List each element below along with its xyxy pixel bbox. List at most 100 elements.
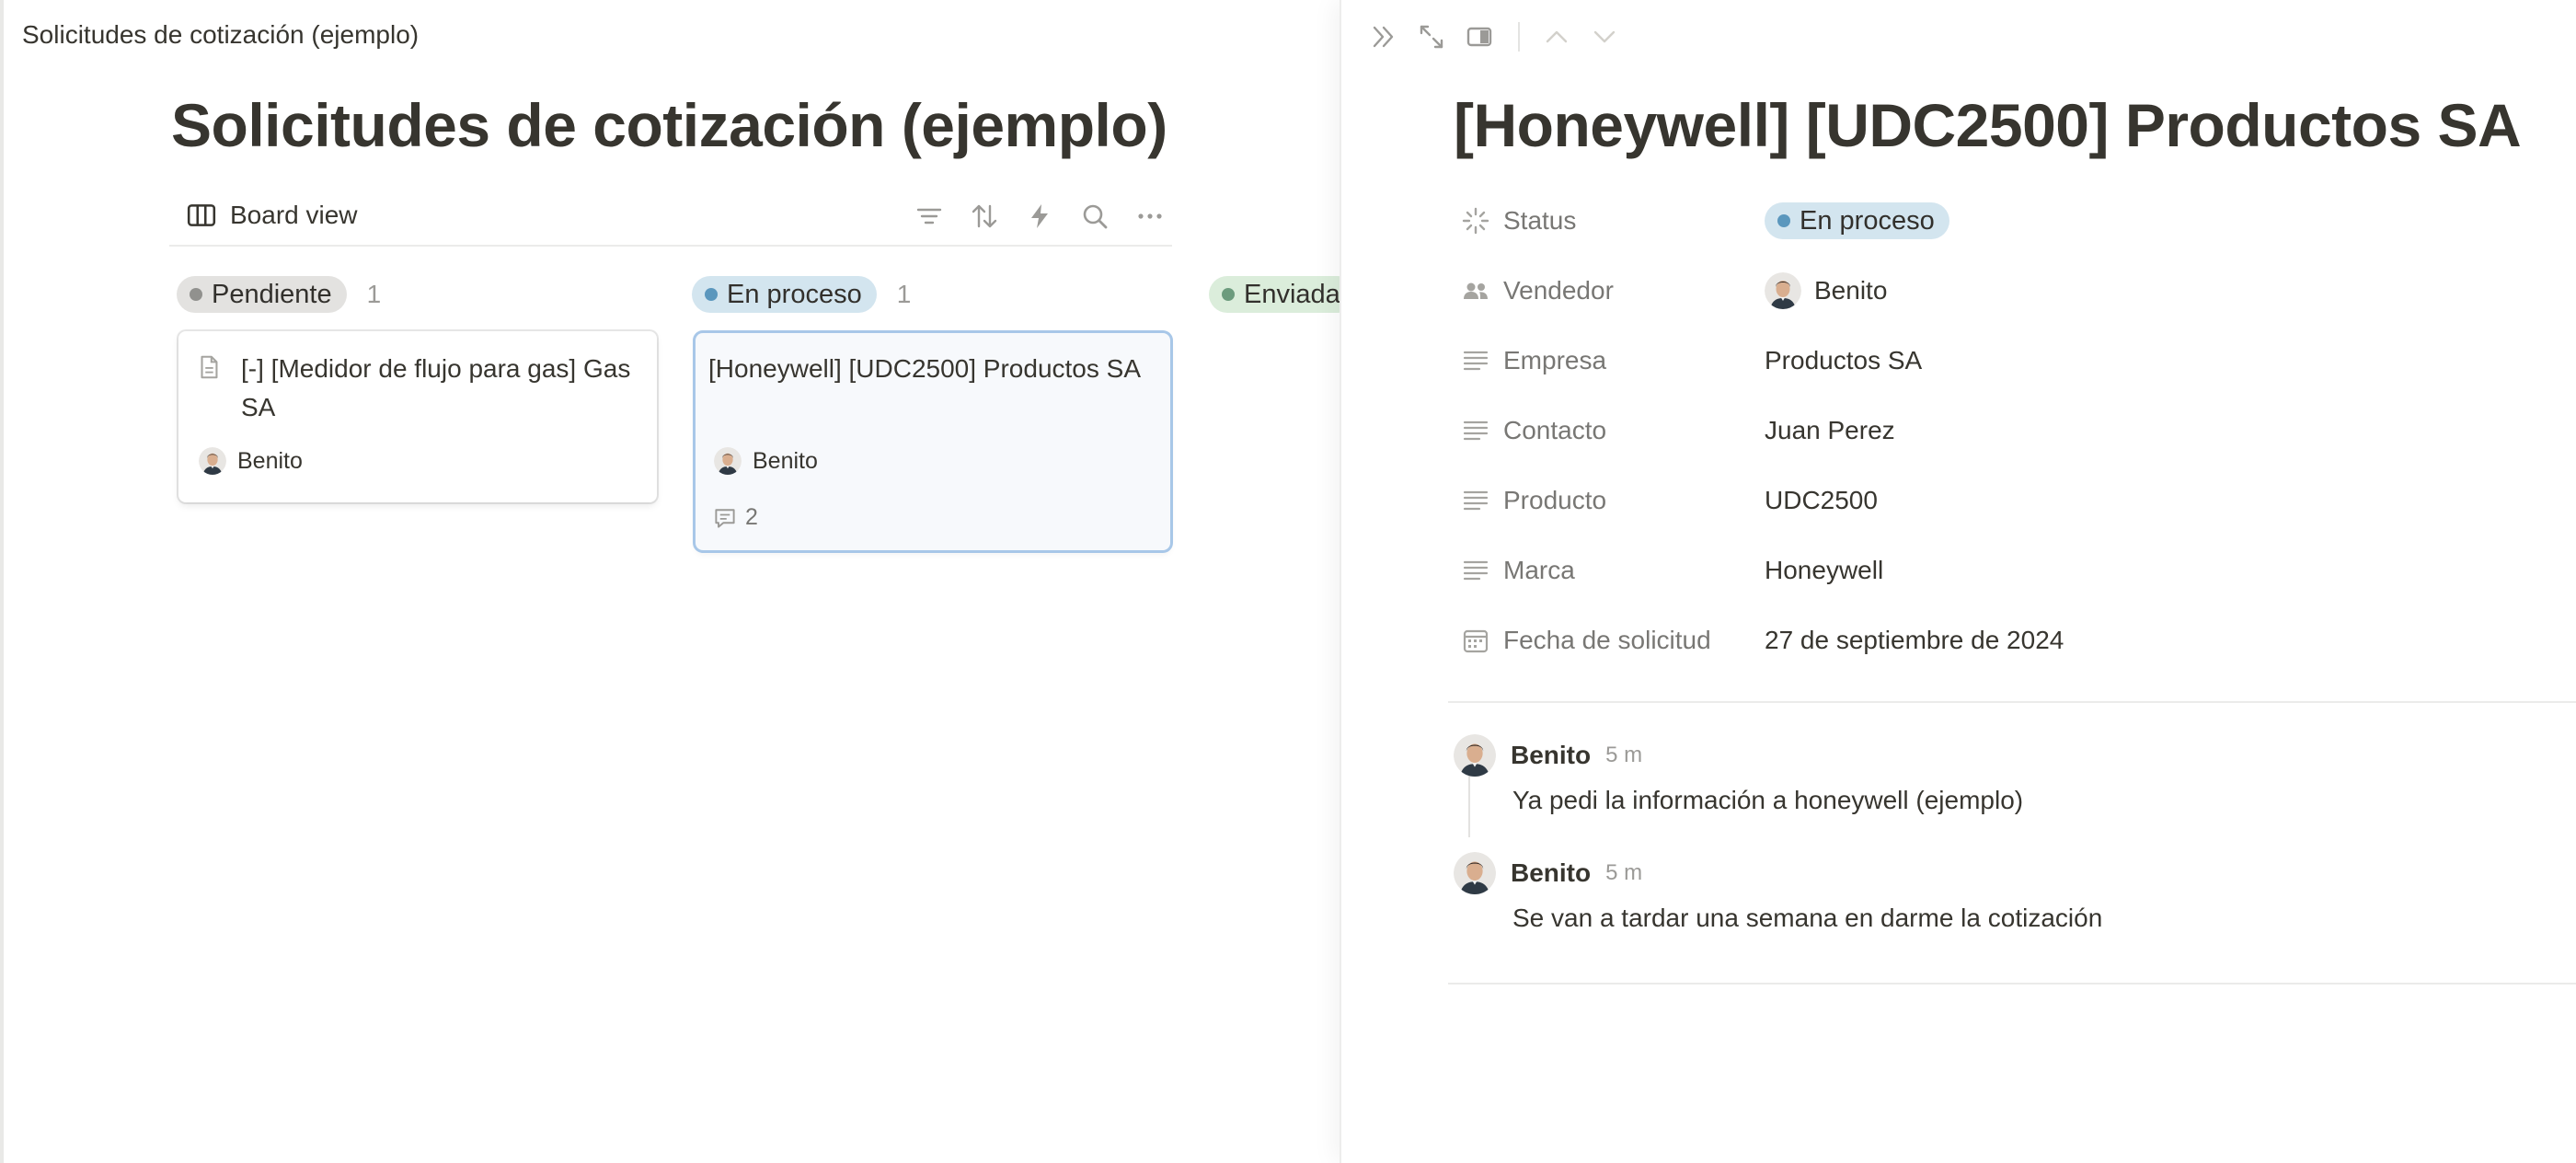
status-dot <box>705 288 718 301</box>
property-status[interactable]: Status En proceso <box>1454 193 2558 248</box>
section-divider <box>1448 983 2576 985</box>
search-button[interactable] <box>1073 195 1117 237</box>
toolbar-divider <box>1518 22 1520 52</box>
board-pane: Solicitudes de cotización (ejemplo) Soli… <box>0 0 1341 1163</box>
avatar <box>1765 272 1801 309</box>
chevron-down-icon <box>1593 30 1616 43</box>
avatar <box>199 447 226 475</box>
property-value: Productos SA <box>1765 346 1923 374</box>
group-label: En proceso <box>727 279 862 309</box>
comment-icon <box>715 508 735 528</box>
search-icon <box>1083 204 1108 229</box>
avatar <box>1454 852 1496 894</box>
property-name: Empresa <box>1503 346 1607 374</box>
card-person: Benito <box>199 447 303 475</box>
comment[interactable]: Benito 5 m Se van a tardar una semana en… <box>1454 852 2558 932</box>
view-toolbar: Board view <box>169 188 1172 247</box>
avatar <box>714 447 742 475</box>
tab-board-view[interactable]: Board view <box>180 193 363 237</box>
calendar-icon <box>1463 629 1489 653</box>
filter-button[interactable] <box>907 195 951 237</box>
previous-record-button[interactable] <box>1538 18 1575 55</box>
view-tools <box>907 195 1172 237</box>
record-side-peek: [Honeywell] [UDC2500] Productos SA Statu… <box>1341 0 2576 1163</box>
comment-count: 2 <box>745 504 758 530</box>
text-icon <box>1463 420 1489 441</box>
card-title: [-] [Medidor de flujo para gas] Gas SA <box>241 354 631 421</box>
comment-header: Benito 5 m <box>1454 852 2558 894</box>
comment-author: Benito <box>1511 741 1592 769</box>
window-title: Solicitudes de cotización (ejemplo) <box>22 20 420 49</box>
group-header-enviada[interactable]: Enviada <box>1209 274 1341 315</box>
thread-line <box>1468 775 1470 837</box>
property-label: Marca <box>1454 556 1765 585</box>
property-label: Contacto <box>1454 416 1765 445</box>
property-name: Producto <box>1503 486 1607 514</box>
peek-mode-button[interactable] <box>1461 18 1498 55</box>
page-icon <box>201 355 218 379</box>
status-dot <box>1222 288 1235 301</box>
group-label: Pendiente <box>212 279 332 309</box>
property-value: Benito <box>1765 272 1887 309</box>
property-label: Vendedor <box>1454 276 1765 305</box>
property-label: Fecha de solicitud <box>1454 626 1765 655</box>
board-view-icon <box>187 204 216 226</box>
property-producto[interactable]: Producto UDC2500 <box>1454 473 2558 528</box>
sort-icon <box>972 204 997 228</box>
property-contacto[interactable]: Contacto Juan Perez <box>1454 403 2558 458</box>
open-full-page-button[interactable] <box>1413 18 1450 55</box>
group-pill-enviada: Enviada <box>1209 276 1341 313</box>
comment-text: Se van a tardar una semana en darme la c… <box>1512 904 2103 932</box>
close-panel-button[interactable] <box>1365 18 1402 55</box>
people-icon <box>1464 282 1488 299</box>
property-value: UDC2500 <box>1765 486 1878 514</box>
filter-icon <box>916 208 942 225</box>
group-label: Enviada <box>1244 279 1340 309</box>
status-pill: En proceso <box>1765 202 1949 239</box>
card-comment-count: 2 <box>712 504 758 531</box>
record-title[interactable]: [Honeywell] [UDC2500] Productos SA <box>1454 90 2522 160</box>
card-person-name: Benito <box>753 447 818 474</box>
group-count: 1 <box>896 280 912 308</box>
group-header-en-proceso[interactable]: En proceso 1 <box>692 274 911 315</box>
comment[interactable]: Benito 5 m Ya pedi la información a hone… <box>1454 734 2558 814</box>
card-person: Benito <box>714 447 818 475</box>
group-pill-pendiente: Pendiente <box>177 276 347 313</box>
comment-header: Benito 5 m <box>1454 734 2558 777</box>
section-divider <box>1448 701 2576 703</box>
automations-button[interactable] <box>1018 195 1062 237</box>
close-panel-icon <box>1373 26 1394 48</box>
group-pill-en-proceso: En proceso <box>692 276 877 313</box>
status-icon <box>1462 207 1489 235</box>
side-peek-icon <box>1466 27 1492 47</box>
card-person-name: Benito <box>237 447 303 474</box>
text-icon <box>1463 490 1489 511</box>
chevron-up-icon <box>1546 30 1568 43</box>
property-fecha-de-solicitud[interactable]: Fecha de solicitud 27 de septiembre de 2… <box>1454 613 2558 668</box>
status-dot <box>1777 214 1790 227</box>
property-label: Empresa <box>1454 346 1765 375</box>
next-record-button[interactable] <box>1586 18 1623 55</box>
status-dot <box>190 288 202 301</box>
sort-button[interactable] <box>962 195 1006 237</box>
person-name: Benito <box>1814 276 1888 305</box>
property-empresa[interactable]: Empresa Productos SA <box>1454 333 2558 388</box>
board-card-selected[interactable]: [Honeywell] [UDC2500] Productos SA Benit… <box>696 333 1170 550</box>
expand-icon <box>1420 25 1443 49</box>
property-vendedor[interactable]: Vendedor Benito <box>1454 263 2558 318</box>
more-options-button[interactable] <box>1128 195 1172 237</box>
property-name: Vendedor <box>1503 276 1614 305</box>
comment-author: Benito <box>1511 858 1592 887</box>
comment-text: Ya pedi la información a honeywell (ejem… <box>1512 786 2024 814</box>
database-title[interactable]: Solicitudes de cotización (ejemplo) <box>171 90 1167 160</box>
property-label: Producto <box>1454 486 1765 515</box>
property-name: Marca <box>1503 556 1575 584</box>
property-value: Juan Perez <box>1765 416 1895 444</box>
text-icon <box>1463 351 1489 371</box>
status-value: En proceso <box>1800 205 1935 236</box>
group-header-pendiente[interactable]: Pendiente 1 <box>177 274 381 315</box>
comment-time: 5 m <box>1605 860 1643 885</box>
board-card[interactable]: [-] [Medidor de flujo para gas] Gas SA B… <box>178 331 657 502</box>
property-value: En proceso <box>1765 202 1949 239</box>
property-marca[interactable]: Marca Honeywell <box>1454 543 2558 598</box>
